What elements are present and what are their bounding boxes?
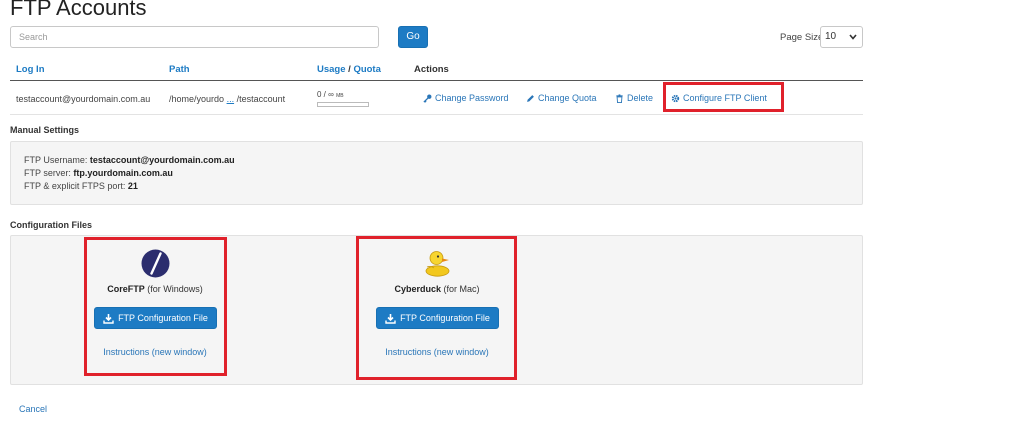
ftp-server-value: ftp.yourdomain.com.au — [73, 168, 173, 178]
trash-icon — [616, 93, 623, 103]
row-login: testaccount@yourdomain.com.au — [16, 94, 151, 104]
ftp-server-label: FTP server: — [24, 168, 71, 178]
path-prefix: /home/yourdo — [169, 94, 225, 104]
column-header-usage-quota: Usage / Quota — [317, 64, 381, 75]
manual-settings-title: Manual Settings — [10, 125, 80, 135]
path-expand-link[interactable]: ... — [227, 94, 235, 104]
ftp-port-label: FTP & explicit FTPS port: — [24, 181, 126, 191]
change-quota-link[interactable]: Change Quota — [526, 93, 597, 103]
page-title: FTP Accounts — [10, 0, 147, 20]
column-header-actions: Actions — [414, 64, 449, 75]
column-header-usage[interactable]: Usage — [317, 64, 346, 75]
usage-readout: 0 / ∞ MB — [317, 90, 344, 99]
row-path: /home/yourdo ... /testaccount — [169, 94, 285, 104]
delete-link[interactable]: Delete — [615, 93, 653, 103]
pencil-icon — [527, 94, 534, 102]
change-password-link[interactable]: Change Password — [423, 93, 509, 103]
highlight-cyberduck — [356, 236, 517, 380]
page-size-label: Page Size — [780, 32, 824, 43]
page-size-value: 10 — [825, 31, 837, 42]
ftp-username-line: FTP Username: testaccount@yourdomain.com… — [24, 155, 235, 165]
path-suffix: /testaccount — [236, 94, 286, 104]
page-size-select[interactable]: 10 — [820, 26, 863, 48]
ftp-port-value: 21 — [127, 181, 138, 191]
usage-value: 0 / ∞ — [317, 90, 334, 99]
search-input[interactable] — [10, 26, 379, 48]
column-header-login[interactable]: Log In — [16, 64, 45, 75]
usage-bar — [317, 102, 369, 107]
delete-label: Delete — [627, 93, 654, 103]
ftp-username-value: testaccount@yourdomain.com.au — [89, 155, 235, 165]
key-icon — [423, 94, 432, 103]
column-header-path[interactable]: Path — [169, 64, 190, 75]
change-password-label: Change Password — [435, 93, 509, 103]
ftp-server-line: FTP server: ftp.yourdomain.com.au — [24, 168, 173, 178]
ftp-username-label: FTP Username: — [24, 155, 88, 165]
table-header-divider — [10, 80, 863, 81]
chevron-down-icon — [849, 34, 857, 40]
usage-unit: MB — [336, 93, 344, 99]
highlight-configure-ftp-client — [663, 82, 784, 112]
cancel-link[interactable]: Cancel — [19, 404, 47, 414]
change-quota-label: Change Quota — [538, 93, 597, 103]
configuration-files-title: Configuration Files — [10, 220, 92, 230]
ftp-port-line: FTP & explicit FTPS port: 21 — [24, 181, 138, 191]
go-button[interactable]: Go — [398, 26, 428, 48]
table-row-divider — [10, 114, 863, 115]
column-header-quota[interactable]: Quota — [353, 64, 380, 75]
highlight-coreftp — [84, 237, 227, 376]
